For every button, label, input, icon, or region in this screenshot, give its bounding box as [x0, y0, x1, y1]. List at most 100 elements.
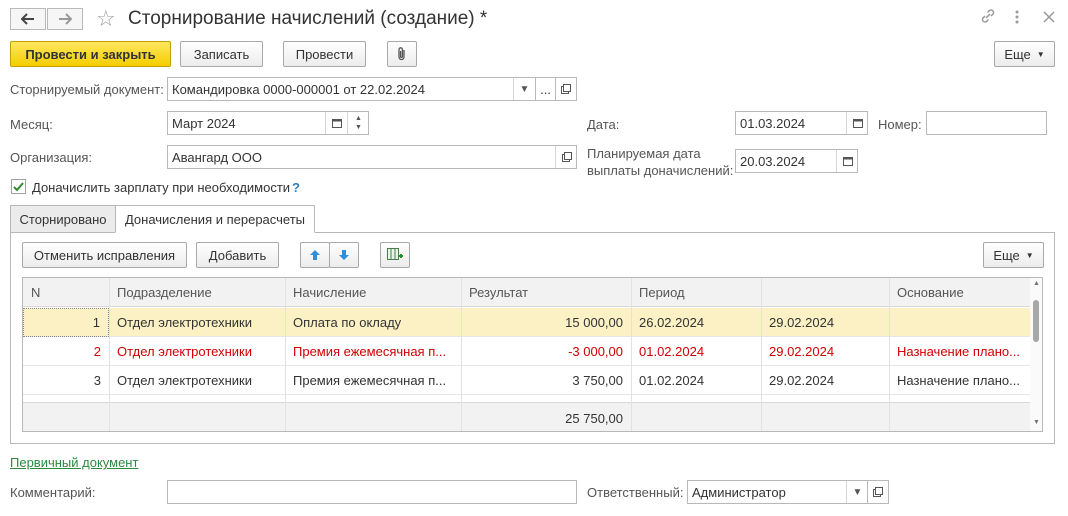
cell-n: 3 — [93, 373, 101, 388]
cell-department: Отдел электротехники — [117, 344, 252, 359]
calendar-icon[interactable] — [325, 112, 347, 134]
open-window-icon — [873, 487, 883, 497]
post-and-close-button[interactable]: Провести и закрыть — [10, 41, 171, 67]
dropdown-arrow-icon[interactable]: ▼ — [513, 78, 535, 100]
cell-n: 1 — [23, 308, 109, 337]
tab-accruals-recalculations[interactable]: Доначисления и перерасчеты — [115, 205, 315, 233]
reversed-doc-field[interactable]: Командировка 0000-000001 от 22.02.2024 ▼ — [167, 77, 536, 101]
table-more-label: Еще — [993, 247, 1020, 263]
arrow-down-icon — [339, 250, 349, 260]
header-accrual[interactable]: Начисление — [285, 278, 461, 307]
cell-department: Отдел электротехники — [117, 373, 252, 388]
table-row[interactable]: 1 Отдел электротехники Оплата по окладу … — [23, 308, 1031, 337]
help-icon[interactable]: ? — [292, 180, 300, 195]
planned-date-label-line1: Планируемая дата — [587, 146, 701, 161]
attach-button[interactable] — [387, 41, 417, 67]
recalc-checkbox-label: Доначислить зарплату при необходимости — [32, 180, 291, 195]
table-row[interactable]: 2 Отдел электротехники Премия ежемесячна… — [23, 337, 1031, 366]
header-result[interactable]: Результат — [461, 278, 631, 307]
date-value: 01.03.2024 — [740, 115, 806, 131]
scroll-up-icon[interactable]: ▲ — [1033, 280, 1040, 287]
open-button[interactable] — [555, 77, 577, 101]
select-button[interactable]: ... — [535, 77, 556, 101]
cell-accrual: Оплата по окладу — [293, 315, 402, 330]
table-row[interactable]: 3 Отдел электротехники Премия ежемесячна… — [23, 366, 1031, 395]
table-settings-button[interactable] — [380, 242, 410, 268]
planned-date-value: 20.03.2024 — [740, 153, 806, 169]
cell-basis: Назначение плано... — [897, 373, 1020, 388]
move-up-button[interactable] — [300, 242, 330, 268]
add-button[interactable]: Добавить — [196, 242, 279, 268]
cell-period-end: 29.02.2024 — [769, 373, 835, 388]
star-icon[interactable]: ☆ — [96, 6, 116, 32]
link-icon[interactable] — [980, 8, 996, 27]
date-field[interactable]: 01.03.2024 — [735, 111, 868, 135]
reversed-doc-label: Сторнируемый документ: — [10, 82, 164, 97]
cell-result: -3 000,00 — [568, 344, 623, 359]
forward-button[interactable] — [47, 8, 83, 30]
table-more-button[interactable]: Еще ▼ — [983, 242, 1044, 268]
cell-period-start: 26.02.2024 — [639, 315, 705, 330]
back-button[interactable] — [10, 8, 46, 30]
more-button[interactable]: Еще ▼ — [994, 41, 1055, 67]
header-period[interactable]: Период — [631, 278, 761, 307]
responsible-field[interactable]: Администратор ▼ — [687, 480, 868, 504]
header-period-end[interactable] — [761, 278, 889, 307]
arrow-up-icon — [310, 250, 320, 260]
dropdown-arrow-icon: ▼ — [1036, 49, 1045, 59]
number-field[interactable] — [926, 111, 1047, 135]
stepper-icon[interactable]: ▲ ▼ — [347, 112, 368, 134]
page-title: Сторнирование начислений (создание) * — [128, 8, 488, 29]
month-label: Месяц: — [10, 117, 53, 132]
header-n[interactable]: N — [23, 278, 109, 307]
reversed-doc-value: Командировка 0000-000001 от 22.02.2024 — [172, 81, 425, 97]
cell-period-end: 29.02.2024 — [769, 315, 835, 330]
cell-period-start: 01.02.2024 — [639, 373, 705, 388]
cell-accrual: Премия ежемесячная п... — [293, 344, 447, 359]
month-field[interactable]: Март 2024 ▲ ▼ — [167, 111, 369, 135]
number-label: Номер: — [878, 117, 922, 132]
ellipsis-label: ... — [540, 81, 551, 97]
comment-field[interactable] — [167, 480, 577, 504]
arrow-left-icon — [21, 13, 34, 25]
open-responsible-button[interactable] — [867, 480, 889, 504]
dropdown-arrow-icon: ▼ — [1025, 250, 1034, 260]
save-button[interactable]: Записать — [180, 41, 263, 67]
cell-n: 2 — [93, 344, 101, 359]
cell-result: 3 750,00 — [572, 373, 623, 388]
cancel-corrections-button[interactable]: Отменить исправления — [22, 242, 187, 268]
table-header: N Подразделение Начисление Результат Пер… — [23, 278, 1031, 307]
table-footer: 25 750,00 — [23, 402, 1031, 431]
organization-field[interactable]: Авангард ООО — [167, 145, 577, 169]
tab-reversed[interactable]: Сторнировано — [10, 205, 116, 233]
move-down-button[interactable] — [329, 242, 359, 268]
calendar-icon[interactable] — [846, 112, 867, 134]
more-vertical-icon[interactable] — [1014, 9, 1020, 28]
organization-label: Организация: — [10, 150, 93, 165]
add-column-icon — [387, 248, 403, 260]
organization-value: Авангард ООО — [172, 149, 262, 165]
scrollbar-thumb[interactable] — [1033, 300, 1039, 342]
responsible-label: Ответственный: — [587, 485, 684, 500]
open-window-icon[interactable] — [555, 146, 576, 168]
table-scrollbar[interactable]: ▲ ▼ — [1030, 278, 1042, 431]
scroll-down-icon[interactable]: ▼ — [1033, 419, 1040, 426]
open-window-icon — [561, 84, 571, 94]
paperclip-icon — [398, 47, 405, 61]
cell-period-start: 01.02.2024 — [639, 344, 705, 359]
responsible-value: Администратор — [692, 484, 786, 500]
planned-date-label-line2: выплаты доначислений: — [587, 163, 734, 178]
date-label: Дата: — [587, 117, 620, 132]
recalc-checkbox[interactable] — [11, 179, 26, 194]
planned-date-field[interactable]: 20.03.2024 — [735, 149, 858, 173]
cell-period-end: 29.02.2024 — [769, 344, 835, 359]
primary-document-link[interactable]: Первичный документ — [10, 455, 138, 470]
close-icon[interactable] — [1043, 10, 1055, 26]
cell-basis: Назначение плано... — [897, 344, 1020, 359]
calendar-icon[interactable] — [836, 150, 857, 172]
header-basis[interactable]: Основание — [889, 278, 1031, 307]
header-department[interactable]: Подразделение — [109, 278, 285, 307]
dropdown-arrow-icon[interactable]: ▼ — [846, 481, 867, 503]
cell-basis — [889, 308, 1031, 337]
post-button[interactable]: Провести — [283, 41, 366, 67]
